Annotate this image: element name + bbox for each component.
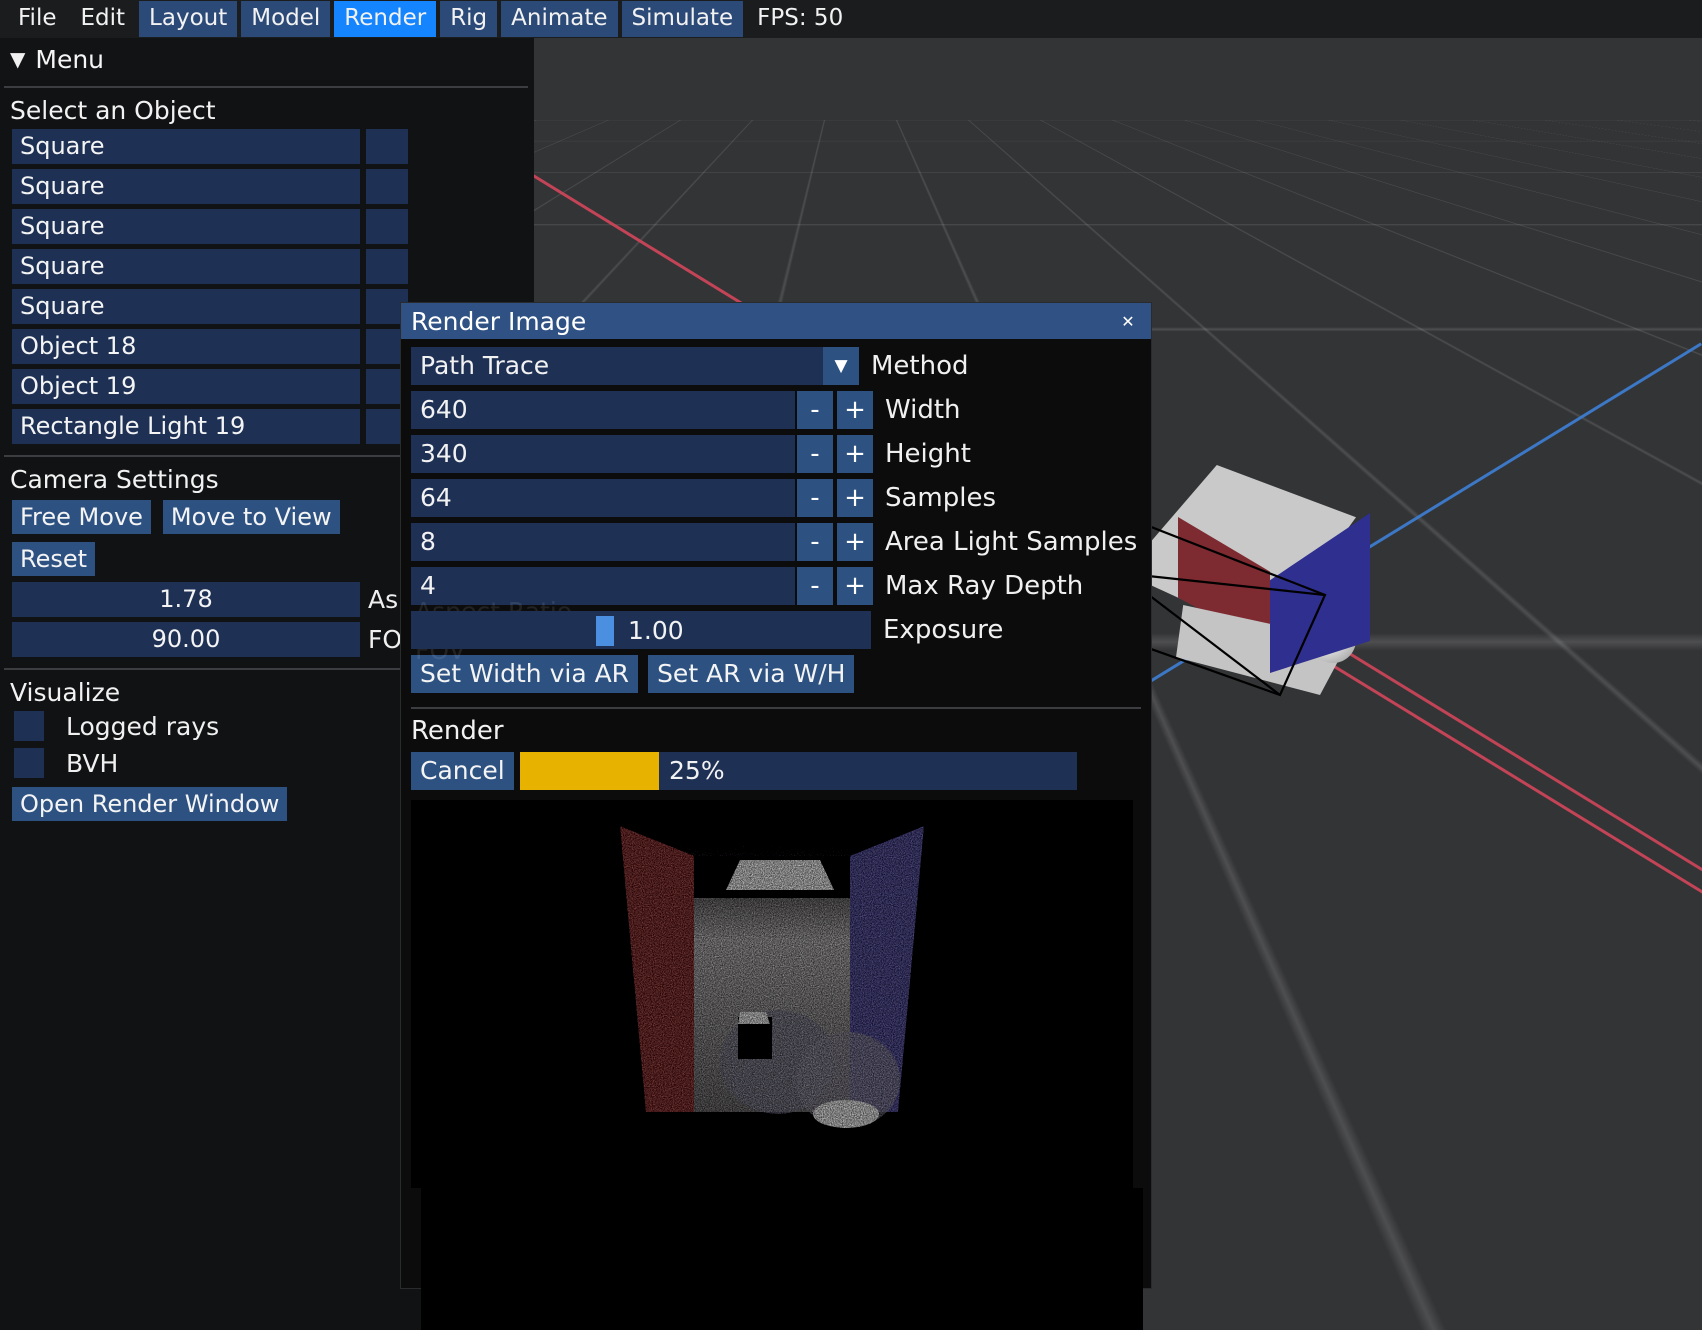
max-ray-depth-row: 4 - + Max Ray Depth [401, 567, 1151, 611]
set-ar-via-wh-button[interactable]: Set AR via W/H [648, 655, 855, 693]
move-to-view-button[interactable]: Move to View [162, 500, 340, 534]
menu-collapse-header[interactable]: ▼ Menu [0, 38, 534, 80]
object-list-item[interactable]: Square [0, 169, 534, 209]
object-list-item[interactable]: Square [0, 129, 534, 169]
checkbox-logged-rays[interactable] [14, 711, 44, 741]
fov-input[interactable]: 90.00 [12, 622, 360, 657]
menu-item-rig[interactable]: Rig [440, 1, 498, 37]
menu-item-model[interactable]: Model [241, 1, 331, 37]
method-row: Path Trace ▼ Method [401, 347, 1151, 391]
height-input[interactable]: 340 [411, 435, 795, 473]
width-input[interactable]: 640 [411, 391, 795, 429]
width-increment-button[interactable]: + [837, 391, 873, 429]
object-name-button[interactable]: Square [12, 169, 360, 204]
menu-item-edit[interactable]: Edit [71, 1, 136, 37]
max-ray-depth-decrement-button[interactable]: - [797, 567, 833, 605]
menu-item-layout[interactable]: Layout [139, 1, 238, 37]
object-swatch-button[interactable] [366, 169, 408, 204]
samples-input[interactable]: 64 [411, 479, 795, 517]
dialog-body: Aspect Ratio FOV Path Trace ▼ Method 640… [401, 339, 1151, 1330]
area-light-samples-decrement-button[interactable]: - [797, 523, 833, 561]
render-section-title: Render [411, 716, 504, 746]
samples-decrement-button[interactable]: - [797, 479, 833, 517]
object-name-button[interactable]: Object 18 [12, 329, 360, 364]
select-object-title: Select an Object [10, 96, 216, 125]
menu-item-simulate[interactable]: Simulate [621, 1, 744, 37]
area-light-samples-label: Area Light Samples [885, 527, 1138, 557]
reset-camera-button[interactable]: Reset [12, 542, 96, 576]
object-name-button[interactable]: Square [12, 129, 360, 164]
free-move-button[interactable]: Free Move [12, 500, 151, 534]
height-row: 340 - + Height [401, 435, 1151, 479]
main-menubar: File Edit Layout Model Render Rig Animat… [0, 0, 1702, 38]
aspect-ratio-input[interactable]: 1.78 [12, 582, 360, 617]
menu-header-label: Menu [35, 44, 105, 74]
render-progress-fill [519, 752, 660, 790]
object-name-button[interactable]: Square [12, 249, 360, 284]
render-image-dialog[interactable]: Render Image ✕ Aspect Ratio FOV Path Tra… [401, 303, 1151, 1330]
checkbox-label-bvh: BVH [66, 748, 119, 778]
render-preview-image [619, 821, 925, 1131]
object-list-item[interactable]: Square [0, 209, 534, 249]
fps-counter: FPS: 50 [757, 5, 844, 31]
exposure-slider-track[interactable]: 1.00 [411, 611, 871, 649]
close-icon[interactable]: ✕ [1105, 303, 1151, 339]
max-ray-depth-increment-button[interactable]: + [837, 567, 873, 605]
exposure-label: Exposure [883, 615, 1004, 645]
max-ray-depth-input[interactable]: 4 [411, 567, 795, 605]
object-swatch-button[interactable] [366, 249, 408, 284]
height-label: Height [885, 439, 971, 469]
method-select[interactable]: Path Trace [411, 347, 823, 385]
menu-item-animate[interactable]: Animate [501, 1, 618, 37]
object-name-button[interactable]: Rectangle Light 19 [12, 409, 360, 444]
area-light-samples-input[interactable]: 8 [411, 523, 795, 561]
render-progress-row: Cancel 25% [401, 752, 1077, 790]
object-name-button[interactable]: Square [12, 209, 360, 244]
samples-row: 64 - + Samples [401, 479, 1151, 523]
width-decrement-button[interactable]: - [797, 391, 833, 429]
exposure-row: 1.00 Exposure [401, 611, 1151, 655]
area-light-samples-increment-button[interactable]: + [837, 523, 873, 561]
area-light-samples-row: 8 - + Area Light Samples [401, 523, 1151, 567]
object-name-button[interactable]: Square [12, 289, 360, 324]
render-preview-panel[interactable] [411, 800, 1133, 1188]
preview-filler [421, 1188, 1143, 1330]
width-row: 640 - + Width [401, 391, 1151, 435]
exposure-value: 1.00 [628, 616, 684, 645]
chevron-down-icon[interactable]: ▼ [10, 49, 25, 69]
render-progress-percent: 25% [669, 756, 725, 785]
cancel-button[interactable]: Cancel [411, 752, 514, 790]
open-render-window-button[interactable]: Open Render Window [12, 787, 288, 821]
chevron-down-icon[interactable]: ▼ [823, 347, 859, 385]
menu-item-file[interactable]: File [8, 1, 67, 37]
set-width-via-ar-button[interactable]: Set Width via AR [411, 655, 639, 693]
samples-label: Samples [885, 483, 997, 513]
checkbox-bvh[interactable] [14, 748, 44, 778]
dialog-title-label: Render Image [411, 306, 587, 336]
object-swatch-button[interactable] [366, 129, 408, 164]
height-increment-button[interactable]: + [837, 435, 873, 473]
object-name-button[interactable]: Object 19 [12, 369, 360, 404]
menu-item-render[interactable]: Render [334, 1, 437, 37]
render-progress-bar: 25% [519, 752, 1077, 790]
object-swatch-button[interactable] [366, 209, 408, 244]
dialog-titlebar[interactable]: Render Image ✕ [401, 303, 1151, 339]
width-label: Width [885, 395, 961, 425]
max-ray-depth-label: Max Ray Depth [885, 571, 1084, 601]
samples-increment-button[interactable]: + [837, 479, 873, 517]
object-list-item[interactable]: Square [0, 249, 534, 289]
method-label: Method [871, 351, 969, 381]
exposure-slider-handle[interactable] [596, 616, 614, 646]
checkbox-label-logged-rays: Logged rays [66, 711, 220, 741]
height-decrement-button[interactable]: - [797, 435, 833, 473]
aspect-ratio-buttons-row: Set Width via AR Set AR via W/H [401, 655, 1151, 699]
